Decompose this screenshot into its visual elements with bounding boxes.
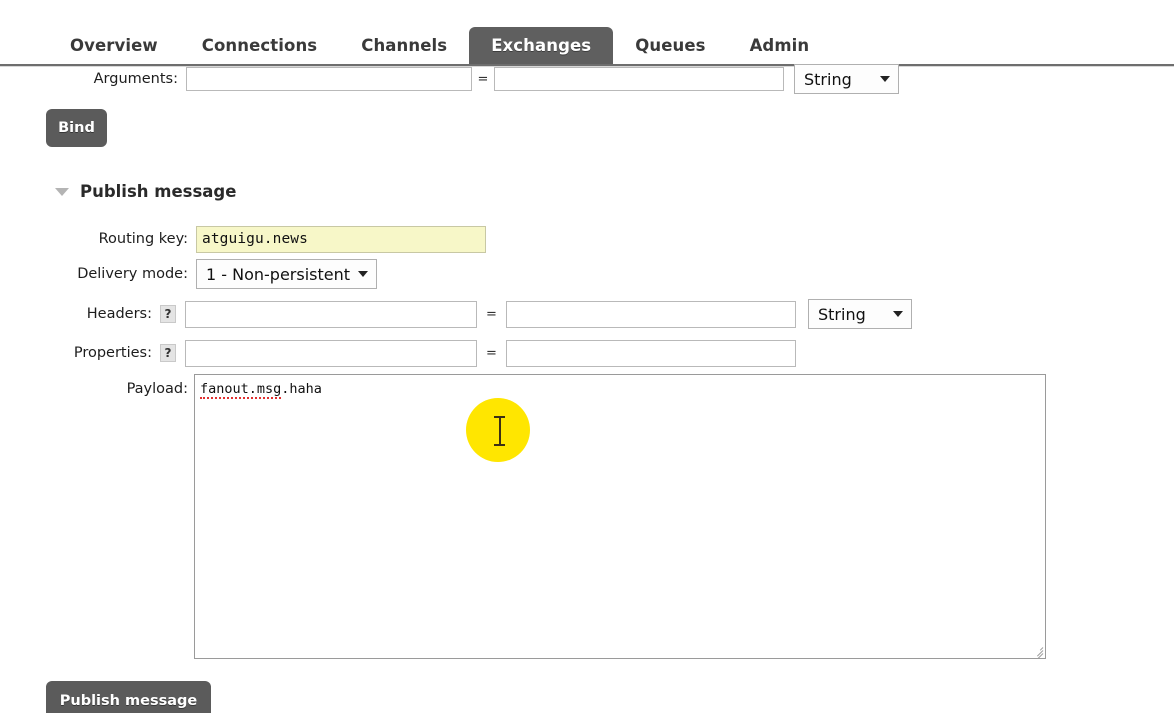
tab-overview-label: Overview xyxy=(70,35,158,55)
tab-exchanges[interactable]: Exchanges xyxy=(469,26,614,66)
argument-value-input[interactable] xyxy=(494,67,784,91)
headers-row: Headers: ? = String xyxy=(48,299,968,329)
arguments-label: Arguments: xyxy=(93,71,178,87)
tab-admin[interactable]: Admin xyxy=(728,27,832,67)
delivery-mode-select[interactable]: 1 - Non-persistent xyxy=(196,259,378,289)
routing-key-label: Routing key: xyxy=(98,231,188,247)
tab-overview[interactable]: Overview xyxy=(48,27,180,67)
top-navigation-bar: Overview Connections Channels Exchanges … xyxy=(0,0,1174,67)
routing-key-row: Routing key: xyxy=(48,225,486,253)
nav-tab-list: Overview Connections Channels Exchanges … xyxy=(48,21,831,66)
publish-message-section-title: Publish message xyxy=(80,182,237,201)
tab-queues-label: Queues xyxy=(635,35,706,55)
argument-type-selected-label: String xyxy=(804,69,852,89)
properties-row: Properties: ? = xyxy=(48,339,968,367)
headers-label: Headers: xyxy=(86,306,152,322)
properties-help-icon[interactable]: ? xyxy=(160,344,176,362)
tab-channels[interactable]: Channels xyxy=(339,27,469,67)
argument-type-select[interactable]: String xyxy=(794,64,899,94)
payload-misspelled-word: fanout.msg xyxy=(200,381,282,399)
payload-text-content: fanout.msg.haha xyxy=(200,381,322,399)
chevron-down-icon xyxy=(893,311,903,317)
textarea-resize-handle[interactable] xyxy=(1030,643,1044,658)
payload-textarea[interactable]: fanout.msg.haha xyxy=(194,374,1046,659)
payload-text-remainder: .haha xyxy=(281,381,322,397)
header-key-input[interactable] xyxy=(185,300,477,328)
publish-message-button[interactable]: Publish message xyxy=(46,681,211,713)
tab-connections-label: Connections xyxy=(201,35,318,55)
header-type-selected-label: String xyxy=(818,304,866,324)
header-type-select[interactable]: String xyxy=(808,299,912,329)
property-value-input[interactable] xyxy=(506,339,796,367)
headers-help-icon[interactable]: ? xyxy=(160,305,176,323)
publish-message-section-header[interactable]: Publish message xyxy=(55,182,236,201)
chevron-down-icon xyxy=(880,76,890,82)
delivery-mode-row: Delivery mode: 1 - Non-persistent xyxy=(48,259,378,289)
routing-key-input[interactable] xyxy=(196,225,486,253)
properties-label: Properties: xyxy=(73,345,152,361)
argument-key-input[interactable] xyxy=(186,67,472,91)
properties-equals-sign: = xyxy=(486,345,497,361)
tab-connections[interactable]: Connections xyxy=(180,27,339,67)
headers-equals-sign: = xyxy=(486,306,497,322)
arguments-row: Arguments: = String xyxy=(48,64,958,94)
property-key-input[interactable] xyxy=(185,339,477,367)
bind-button[interactable]: Bind xyxy=(46,109,107,147)
bind-button-label: Bind xyxy=(58,120,95,136)
arguments-equals-sign: = xyxy=(477,71,489,87)
triangle-down-icon xyxy=(55,187,69,196)
tab-admin-label: Admin xyxy=(749,35,810,55)
publish-message-button-label: Publish message xyxy=(59,693,198,709)
tab-exchanges-label: Exchanges xyxy=(491,35,592,55)
delivery-mode-selected-label: 1 - Non-persistent xyxy=(206,264,351,284)
chevron-down-icon xyxy=(358,271,369,277)
payload-label: Payload: xyxy=(126,381,188,397)
tab-queues[interactable]: Queues xyxy=(613,27,727,67)
delivery-mode-label: Delivery mode: xyxy=(77,266,188,282)
header-value-input[interactable] xyxy=(506,300,796,328)
tab-channels-label: Channels xyxy=(361,35,448,55)
